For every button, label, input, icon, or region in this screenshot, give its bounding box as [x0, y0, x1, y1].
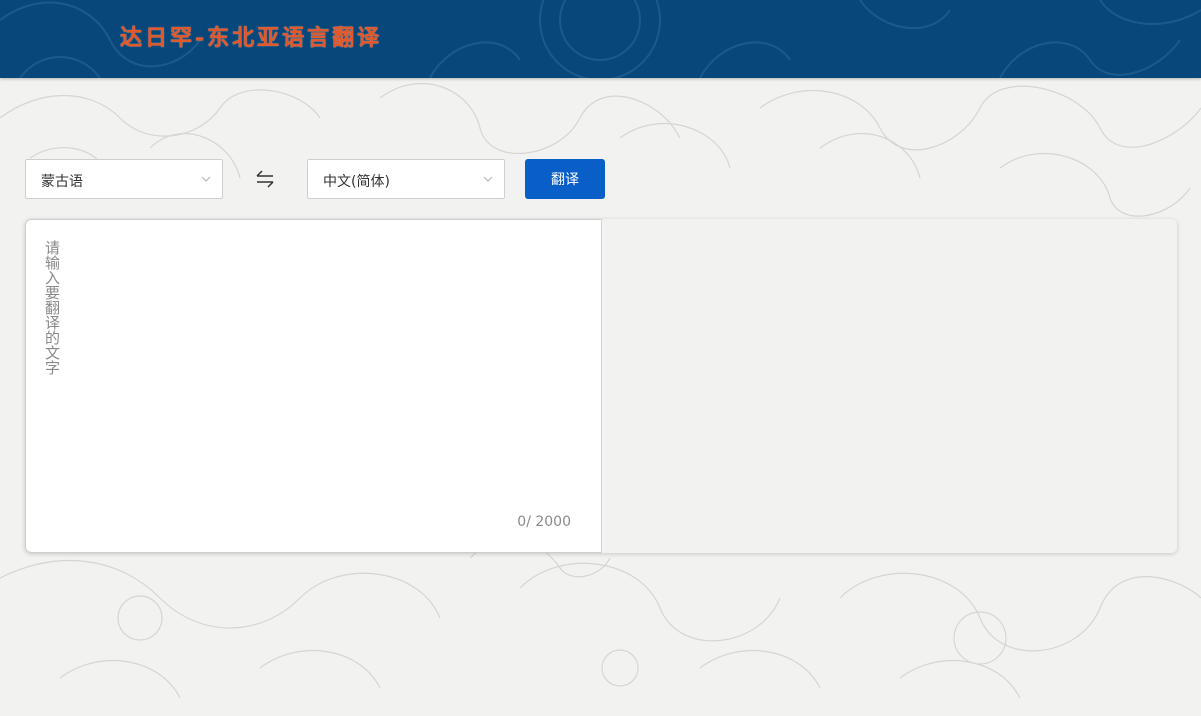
translation-panels: 0/ 2000	[25, 219, 1177, 553]
app-header: 达日罕-东北亚语言翻译	[0, 0, 1201, 78]
swap-languages-button[interactable]	[253, 167, 277, 191]
character-counter: 0/ 2000	[517, 514, 571, 530]
translate-button[interactable]: 翻译	[525, 159, 605, 199]
target-language-value: 中文(简体)	[323, 174, 390, 190]
swap-arrows-icon	[256, 170, 274, 188]
output-panel	[601, 219, 1177, 553]
target-language-select[interactable]: 中文(简体)	[307, 159, 505, 199]
source-text-input[interactable]	[38, 236, 586, 514]
source-language-value: 蒙古语	[41, 174, 83, 190]
chevron-down-icon	[483, 176, 493, 182]
chevron-down-icon	[201, 176, 211, 182]
source-language-select[interactable]: 蒙古语	[25, 159, 223, 199]
app-title: 达日罕-东北亚语言翻译	[120, 25, 383, 51]
input-panel: 0/ 2000	[25, 219, 601, 553]
